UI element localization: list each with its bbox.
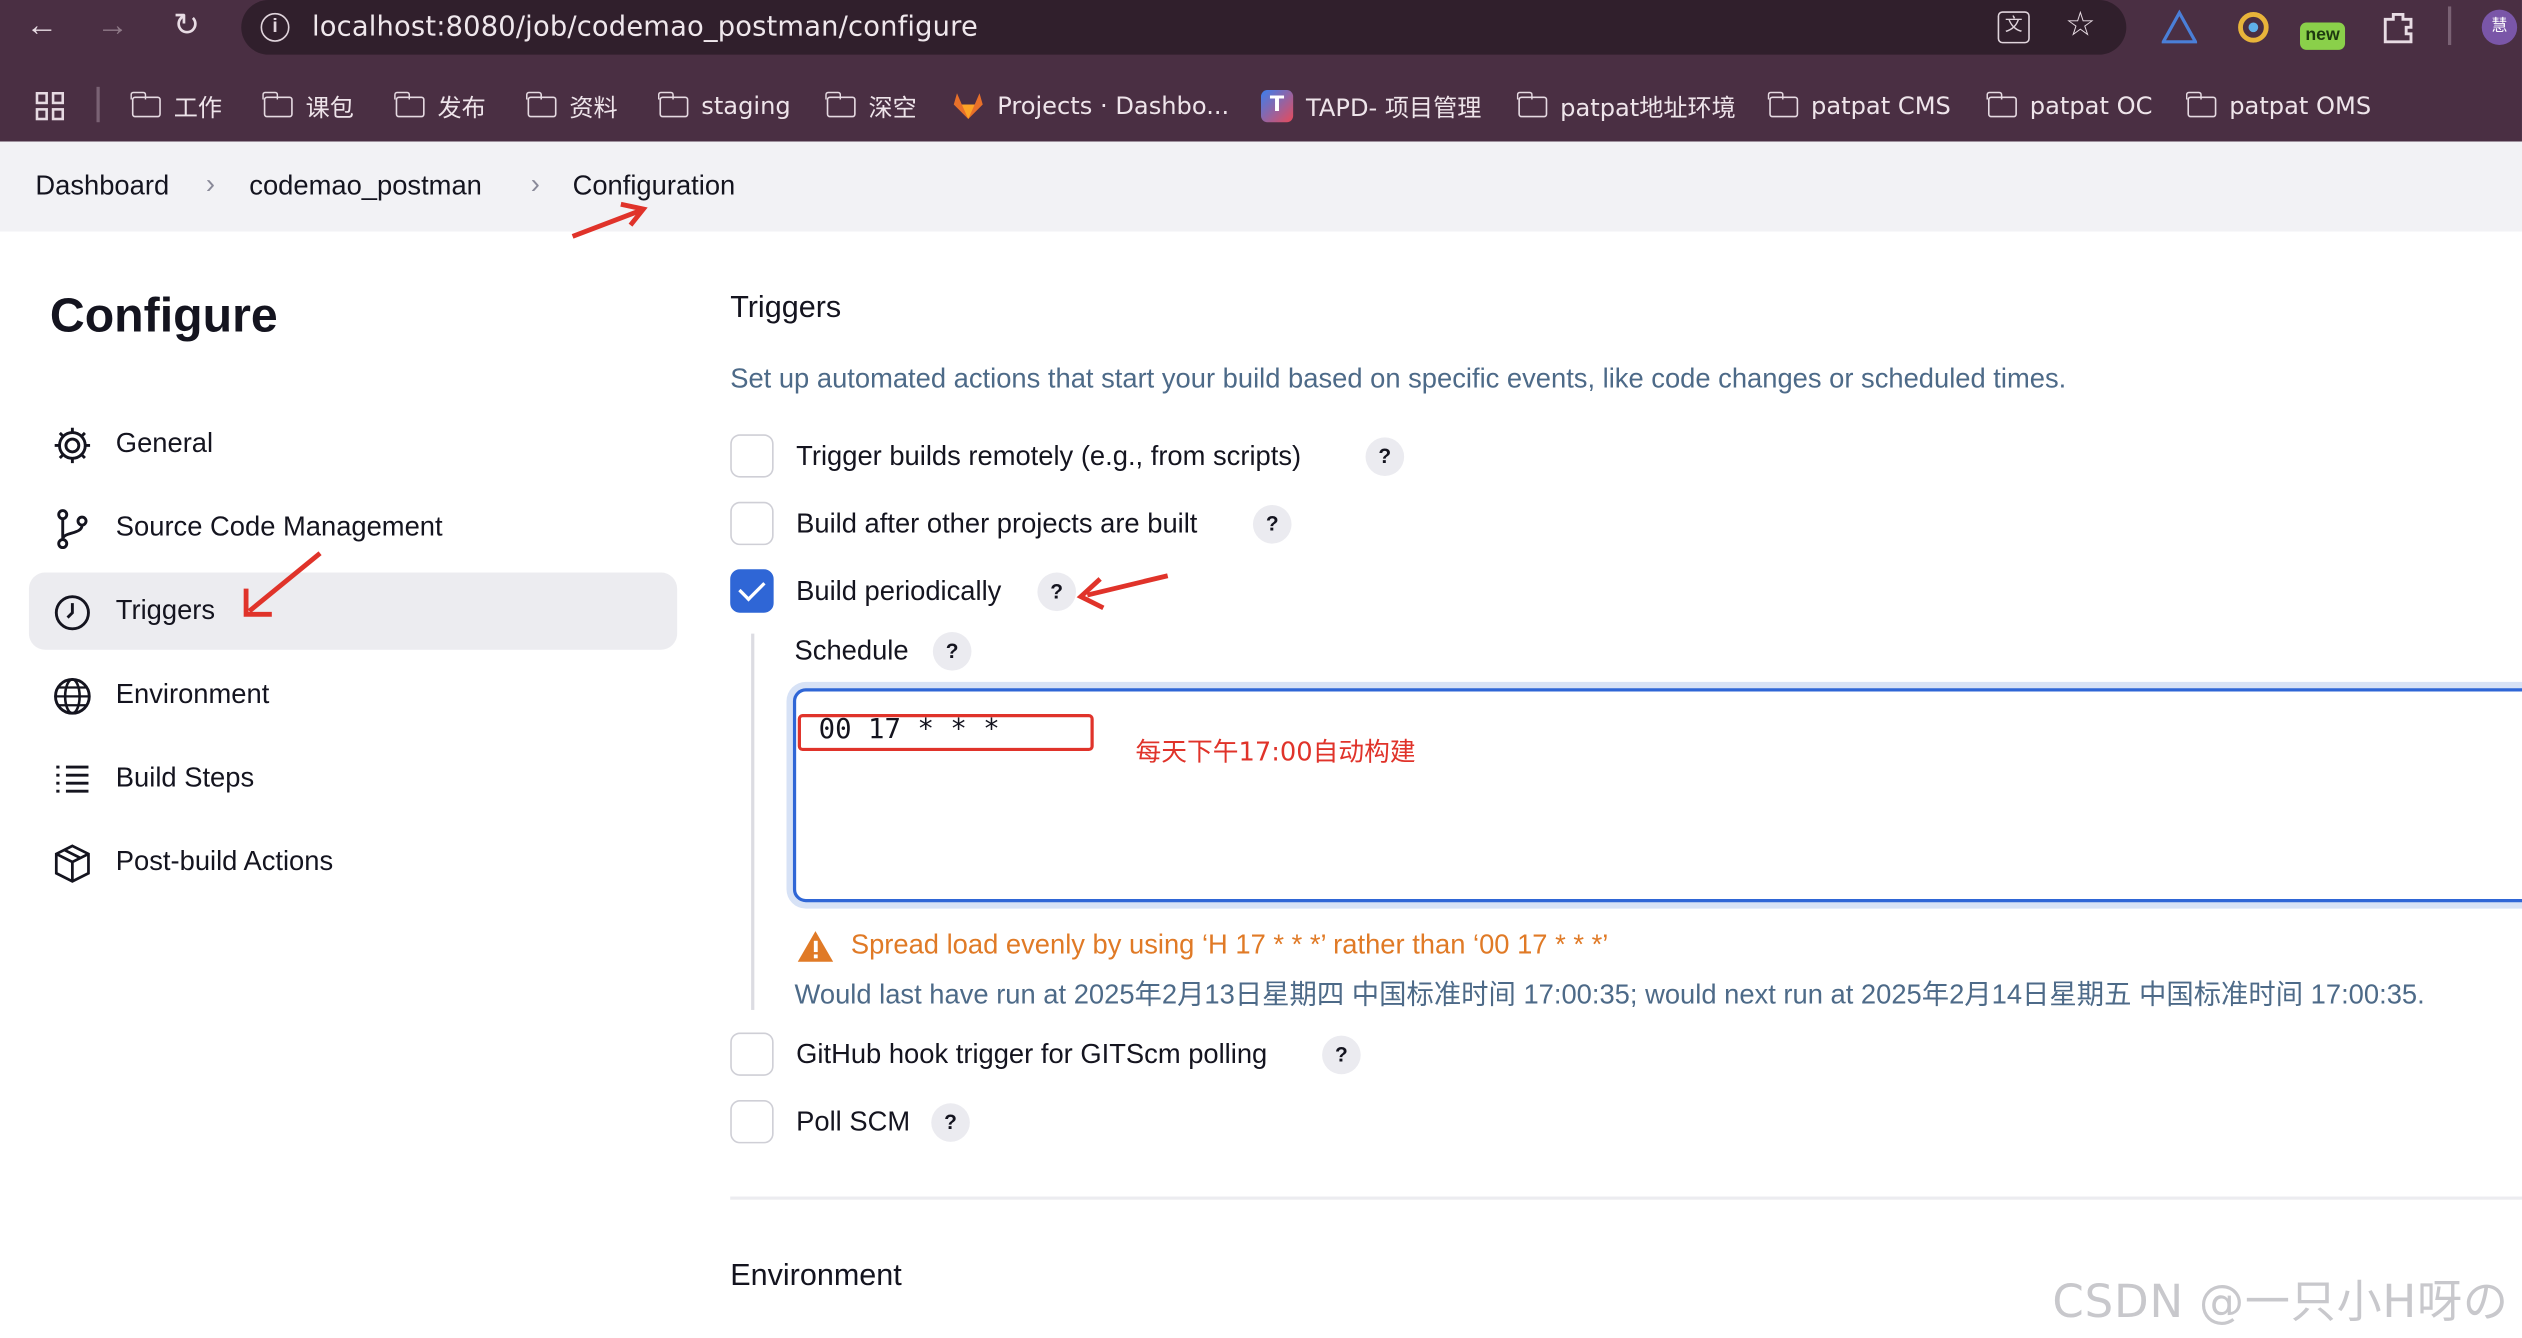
bookmark-tapd[interactable]: T TAPD- 项目管理 xyxy=(1260,90,1481,123)
folder-icon xyxy=(394,90,425,117)
package-icon xyxy=(54,844,90,883)
folder-icon xyxy=(1987,90,2017,117)
sidebar-item-label: Build Steps xyxy=(115,762,255,793)
github-hook-label[interactable]: GitHub hook trigger for GITScm polling xyxy=(796,1039,1267,1071)
section-divider xyxy=(730,1196,2522,1200)
trigger-remotely-checkbox[interactable] xyxy=(730,434,774,478)
list-icon xyxy=(56,765,89,793)
bookmark-folder[interactable]: 深空 xyxy=(825,90,917,122)
sidebar-item-label: General xyxy=(115,427,214,459)
nested-indent-line xyxy=(751,633,755,1010)
page-title: Configure xyxy=(49,289,278,343)
bookmark-folder[interactable]: 发布 xyxy=(394,90,486,122)
bookmark-gitlab[interactable]: Projects · Dashbo... xyxy=(952,90,1229,122)
folder-icon xyxy=(1768,90,1799,117)
toolbar-divider xyxy=(2447,6,2452,46)
sidebar-item-environment[interactable]: Environment xyxy=(29,656,677,733)
build-periodically-label[interactable]: Build periodically xyxy=(796,576,1001,608)
warning-icon xyxy=(797,931,834,962)
folder-icon xyxy=(658,90,689,117)
chevron-right-icon: › xyxy=(530,168,540,200)
annotation-arrow-icon xyxy=(571,201,648,239)
sidebar-item-post-build-actions[interactable]: Post-build Actions xyxy=(29,823,677,900)
folder-icon xyxy=(130,90,161,117)
bookmark-divider xyxy=(96,86,99,123)
annotation-arrow-icon xyxy=(243,551,322,617)
breadcrumb-dashboard[interactable]: Dashboard xyxy=(35,170,169,202)
star-icon[interactable]: ☆ xyxy=(2065,5,2095,45)
sidebar-item-source-code-management[interactable]: Source Code Management xyxy=(29,489,677,566)
bookmark-folder[interactable]: patpat地址环境 xyxy=(1517,90,1736,122)
annotation-text: 每天下午17:00自动构建 xyxy=(1135,736,1416,768)
poll-scm-label[interactable]: Poll SCM xyxy=(796,1106,910,1138)
reload-icon[interactable]: ↻ xyxy=(167,6,206,45)
extensions-puzzle-icon[interactable] xyxy=(2380,10,2415,45)
clock-icon xyxy=(54,595,90,631)
sidebar-item-build-steps[interactable]: Build Steps xyxy=(29,740,677,817)
sidebar-item-general[interactable]: General xyxy=(29,405,677,482)
extension-triangle-icon[interactable] xyxy=(2161,9,2198,45)
bookmark-folder[interactable]: staging xyxy=(658,90,791,122)
help-icon[interactable]: ? xyxy=(932,632,972,671)
scene: ← → ↻ i localhost:8080/job/codemao_postm… xyxy=(0,0,2522,1338)
breadcrumb-job[interactable]: codemao_postman xyxy=(249,170,482,202)
github-hook-checkbox[interactable] xyxy=(730,1032,774,1076)
bookmark-folder[interactable]: 资料 xyxy=(526,90,618,122)
branch-icon xyxy=(57,509,88,550)
folder-icon xyxy=(825,90,856,117)
bookmark-folder[interactable]: patpat CMS xyxy=(1768,90,1951,122)
apps-grid-icon[interactable] xyxy=(35,91,65,121)
back-arrow-icon[interactable]: ← xyxy=(23,6,62,45)
watermark: CSDN @一只小H呀の xyxy=(2052,1275,2509,1329)
schedule-label: Schedule xyxy=(794,635,909,666)
schedule-run-info: Would last have run at 2025年2月13日星期四 中国标… xyxy=(794,979,2425,1010)
schedule-warning: Spread load evenly by using ‘H 17 * * *’… xyxy=(850,929,1609,961)
section-title-triggers: Triggers xyxy=(730,291,842,325)
help-icon[interactable]: ? xyxy=(1322,1035,1361,1075)
translate-icon[interactable]: 文 xyxy=(1997,11,2030,44)
help-icon[interactable]: ? xyxy=(1252,504,1292,544)
annotation-arrow-icon xyxy=(1076,573,1169,611)
gear-icon xyxy=(54,427,91,464)
folder-icon xyxy=(1517,90,1548,117)
chevron-right-icon: › xyxy=(205,168,215,200)
folder-icon xyxy=(2186,90,2217,117)
gitlab-fox-icon xyxy=(953,93,983,120)
profile-avatar[interactable]: 慧 xyxy=(2481,9,2518,46)
address-bar[interactable]: i localhost:8080/job/codemao_postman/con… xyxy=(241,0,2127,55)
site-info-icon[interactable]: i xyxy=(260,12,290,42)
globe-icon xyxy=(54,678,91,715)
new-badge[interactable]: new xyxy=(2300,22,2346,50)
breadcrumb-configuration[interactable]: Configuration xyxy=(573,170,736,202)
folder-icon xyxy=(526,90,557,117)
sidebar-item-triggers[interactable]: Triggers xyxy=(28,572,678,650)
bookmark-folder[interactable]: 课包 xyxy=(262,90,354,122)
build-periodically-checkbox[interactable] xyxy=(730,569,774,613)
build-after-other-projects-checkbox[interactable] xyxy=(730,501,774,546)
sidebar-item-label: Source Code Management xyxy=(115,511,443,542)
trigger-remotely-label[interactable]: Trigger builds remotely (e.g., from scri… xyxy=(796,441,1301,473)
folder-icon xyxy=(262,90,293,117)
annotation-highlight-box xyxy=(797,714,1094,752)
extension-q-icon[interactable] xyxy=(2236,10,2271,45)
help-icon[interactable]: ? xyxy=(1365,437,1405,477)
poll-scm-checkbox[interactable] xyxy=(730,1100,774,1144)
forward-arrow-icon[interactable]: → xyxy=(93,6,132,45)
help-icon[interactable]: ? xyxy=(931,1103,970,1142)
bookmark-folder[interactable]: 工作 xyxy=(130,90,222,122)
sidebar-item-label: Post-build Actions xyxy=(115,845,334,877)
sidebar-item-label: Triggers xyxy=(115,595,216,626)
bookmark-folder[interactable]: patpat OC xyxy=(1987,90,2152,122)
build-after-other-projects-label[interactable]: Build after other projects are built xyxy=(796,508,1197,540)
section-description: Set up automated actions that start your… xyxy=(730,363,2067,395)
tapd-logo-icon: T xyxy=(1260,90,1294,123)
section-title-environment: Environment xyxy=(730,1259,902,1293)
url-text[interactable]: localhost:8080/job/codemao_postman/confi… xyxy=(312,11,978,43)
sidebar-item-label: Environment xyxy=(115,678,270,710)
bookmark-folder[interactable]: patpat OMS xyxy=(2186,90,2371,122)
